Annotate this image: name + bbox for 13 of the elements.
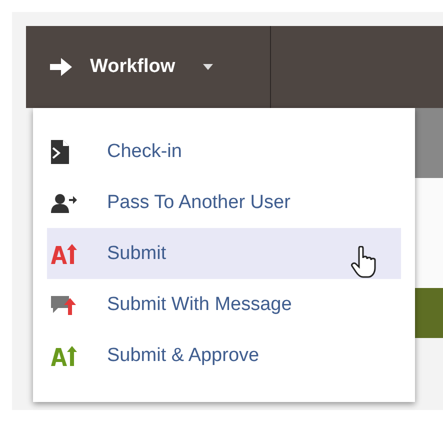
document-icon [51,140,69,164]
letter-up-arrow-icon [51,244,77,264]
user-arrow-icon [51,192,77,212]
menu-item[interactable]: Submit [47,228,401,279]
caret-down-icon [203,64,214,70]
menu-item[interactable]: Submit With Message [47,279,401,330]
speech-bubble-arrow-icon [51,294,77,316]
hand-cursor-icon [351,246,377,278]
menu-item[interactable]: Submit & Approve [47,330,401,381]
letter-up-arrow-icon [51,346,77,366]
menu-item[interactable]: Check-in [47,126,401,177]
arrow-right-icon [50,58,72,76]
menu-item[interactable]: Pass To Another User [47,177,401,228]
